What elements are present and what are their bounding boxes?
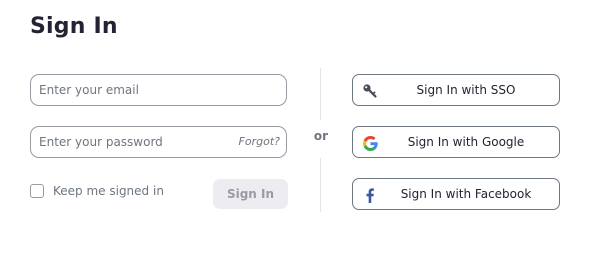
keep-signed-in-label: Keep me signed in (53, 184, 164, 198)
divider-line-bottom (320, 158, 321, 212)
sign-in-page: Sign In Forgot? Keep me signed in Sign I… (0, 0, 591, 258)
password-input[interactable] (39, 127, 239, 157)
key-icon (362, 83, 378, 99)
email-field[interactable] (30, 74, 287, 106)
sign-in-google-label: Sign In with Google (407, 135, 525, 149)
forgot-password-link[interactable]: Forgot? (239, 135, 280, 148)
sign-in-sso-label: Sign In with SSO (416, 83, 516, 97)
sign-in-button[interactable]: Sign In (213, 179, 288, 209)
or-separator: or (313, 129, 329, 143)
sign-in-facebook-button[interactable]: Sign In with Facebook (352, 178, 560, 210)
keep-signed-in-option[interactable]: Keep me signed in (30, 184, 164, 198)
keep-signed-in-checkbox[interactable] (30, 184, 44, 198)
sign-in-facebook-label: Sign In with Facebook (400, 187, 532, 201)
sign-in-google-button[interactable]: Sign In with Google (352, 126, 560, 158)
sign-in-sso-button[interactable]: Sign In with SSO (352, 74, 560, 106)
password-field[interactable]: Forgot? (30, 126, 287, 158)
email-input[interactable] (39, 75, 239, 105)
facebook-icon (362, 187, 378, 203)
page-title: Sign In (30, 14, 118, 39)
google-icon (362, 135, 378, 151)
divider-line-top (320, 68, 321, 120)
